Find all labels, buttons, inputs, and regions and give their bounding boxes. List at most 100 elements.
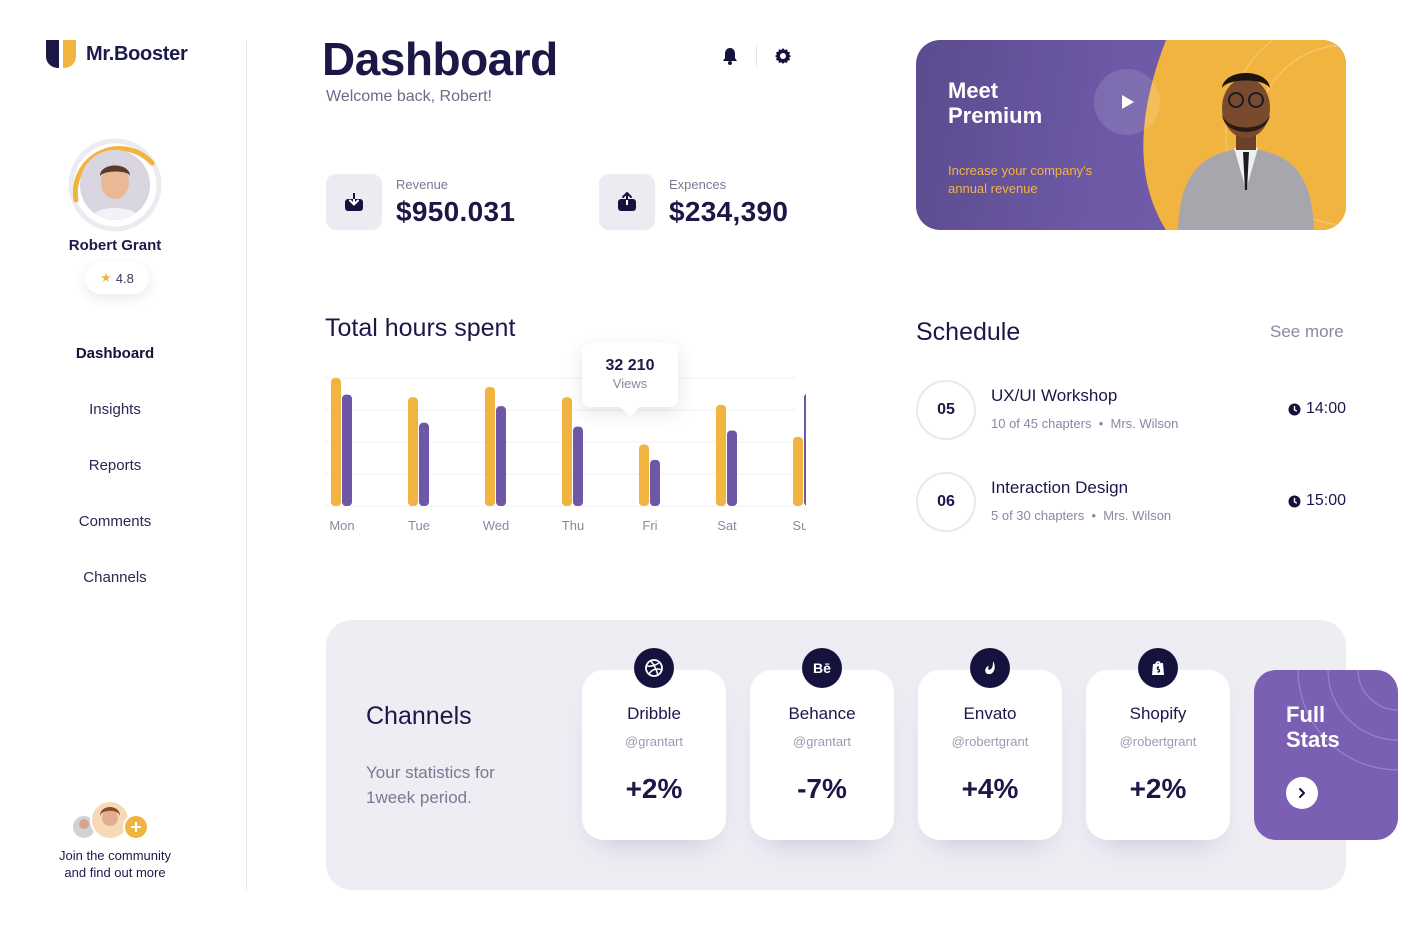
brand-logo[interactable]: Mr.Booster (46, 40, 188, 68)
clock-icon (1288, 495, 1301, 507)
download-icon[interactable] (326, 174, 382, 230)
chart-bar-wed-series-1[interactable] (485, 386, 495, 506)
channel-handle: @robertgrant (951, 734, 1029, 749)
schedule-title: Schedule (916, 318, 1021, 346)
tooltip-label: Views (612, 376, 648, 391)
schedule-time-value: 14:00 (1305, 400, 1346, 417)
play-button[interactable] (1094, 69, 1160, 135)
bell-icon[interactable] (720, 46, 740, 66)
community-line-1: Join the community (59, 848, 171, 863)
behance-icon: Bē (802, 648, 842, 688)
chart-bar-thu-series-2[interactable] (573, 426, 583, 506)
chart-bar-sun-series-1[interactable] (793, 436, 803, 506)
sidebar: Mr.Booster Robert Grant ★ 4.8 Dashboard … (0, 0, 246, 937)
channel-handle: @robertgrant (1119, 734, 1197, 749)
channel-card-envato[interactable]: Envato @robertgrant +4% (918, 648, 1062, 840)
schedule-item[interactable]: 05 UX/UI Workshop 10 of 45 chapters • Mr… (916, 380, 1346, 440)
channels-subtitle: Your statistics for 1week period. (366, 763, 495, 807)
channels-title: Channels (366, 702, 472, 730)
chart-bar-mon-series-1[interactable] (331, 378, 341, 506)
schedule-time: 14:00 (1288, 400, 1346, 418)
brand-name: Mr.Booster (86, 42, 188, 65)
full-stats-title: Full Stats (1286, 702, 1340, 752)
chart-tick-label: Sat (717, 518, 737, 533)
chart-tick-label: Mon (329, 518, 354, 533)
sidebar-nav: Dashboard Insights Reports Comments Chan… (0, 340, 230, 620)
profile-name: Robert Grant (68, 237, 162, 254)
channel-card-behance[interactable]: Bē Behance @grantart -7% (750, 648, 894, 840)
channel-change: +4% (961, 773, 1019, 804)
premium-promo-card[interactable]: Meet Premium Increase your company's ann… (916, 40, 1346, 230)
promo-subtitle: Increase your company's annual revenue (948, 163, 1093, 196)
sidebar-item-comments[interactable]: Comments (0, 508, 230, 564)
avatar (80, 150, 150, 220)
chart-tick-label: Sun (792, 518, 806, 533)
chart-bar-sat-series-2[interactable] (727, 430, 737, 506)
channel-name: Envato (963, 704, 1017, 723)
see-more-link[interactable]: See more (1270, 322, 1344, 342)
schedule-teacher: Mrs. Wilson (1103, 508, 1172, 523)
sidebar-item-channels[interactable]: Channels (0, 564, 230, 620)
schedule-date: 05 (916, 380, 976, 440)
chart-tooltip: 32 210 Views (582, 343, 678, 407)
channel-card-shopify[interactable]: Shopify @robertgrant +2% (1086, 648, 1230, 840)
schedule-date: 06 (916, 472, 976, 532)
envato-icon (970, 648, 1010, 688)
full-stats-line-1: Full (1286, 702, 1326, 727)
page-title: Dashboard (322, 33, 558, 85)
full-stats-card[interactable]: Full Stats (1254, 670, 1398, 840)
chart-tick-label: Wed (483, 518, 510, 533)
hours-bar-chart: Mon Tue Wed Thu Fri Sat Sun (324, 377, 806, 533)
chart-bar-mon-series-2[interactable] (342, 394, 352, 506)
chart-bar-tue-series-2[interactable] (419, 422, 429, 506)
chart-bar-thu-series-1[interactable] (562, 397, 572, 506)
chart-bar-tue-series-1[interactable] (408, 397, 418, 506)
community-line-2: and find out more (64, 865, 166, 880)
sidebar-divider (246, 40, 247, 890)
profile-avatar[interactable] (68, 138, 162, 232)
schedule-meta: 10 of 45 chapters • Mrs. Wilson (991, 416, 1178, 431)
chart-bar-sun-series-2[interactable] (804, 393, 806, 506)
header-separator (756, 45, 757, 67)
promo-title-line-2: Premium (948, 103, 1043, 128)
tooltip-value: 32 210 (605, 357, 655, 374)
chart-bar-fri-series-2[interactable] (650, 459, 660, 506)
dribbble-icon (634, 648, 674, 688)
promo-title: Meet Premium (948, 78, 1042, 128)
channel-change: -7% (797, 773, 847, 804)
dot-separator: • (1087, 508, 1100, 523)
expenses-value: $234,390 (669, 195, 789, 227)
star-icon: ★ (100, 270, 112, 285)
channel-handle: @grantart (625, 734, 683, 749)
chart-bar-fri-series-1[interactable] (639, 444, 649, 506)
chart-tick-label: Tue (408, 518, 430, 533)
schedule-item[interactable]: 06 Interaction Design 5 of 30 chapters •… (916, 472, 1346, 532)
channel-card-dribble[interactable]: Dribble @grantart +2% (582, 648, 726, 840)
revenue-label: Revenue (396, 176, 449, 192)
chart-bar-wed-series-2[interactable] (496, 406, 506, 506)
community-avatars (70, 800, 160, 842)
sidebar-item-insights[interactable]: Insights (0, 396, 230, 452)
schedule-meta: 5 of 30 chapters • Mrs. Wilson (991, 508, 1171, 523)
full-stats-button[interactable] (1286, 777, 1318, 809)
sidebar-item-reports[interactable]: Reports (0, 452, 230, 508)
gear-icon[interactable] (773, 46, 793, 66)
community-promo[interactable]: Join the community and find out more (40, 800, 190, 881)
header-actions (720, 45, 793, 67)
schedule-time-value: 15:00 (1305, 492, 1346, 509)
revenue-stat: Revenue $950.031 (326, 174, 515, 230)
rating-badge: ★ 4.8 (85, 262, 149, 294)
revenue-value: $950.031 (396, 195, 516, 227)
rating-value: 4.8 (115, 270, 134, 286)
channel-change: +2% (625, 773, 683, 804)
full-stats-decoration (1297, 670, 1398, 771)
shopify-icon (1138, 648, 1178, 688)
chart-bar-sat-series-1[interactable] (716, 404, 726, 506)
clock-icon (1288, 403, 1301, 415)
channel-name: Shopify (1129, 704, 1187, 723)
upload-icon[interactable] (599, 174, 655, 230)
schedule-course-title: UX/UI Workshop (991, 386, 1118, 405)
play-icon (1122, 95, 1134, 109)
channel-name: Dribble (627, 704, 681, 723)
sidebar-item-dashboard[interactable]: Dashboard (0, 340, 230, 396)
